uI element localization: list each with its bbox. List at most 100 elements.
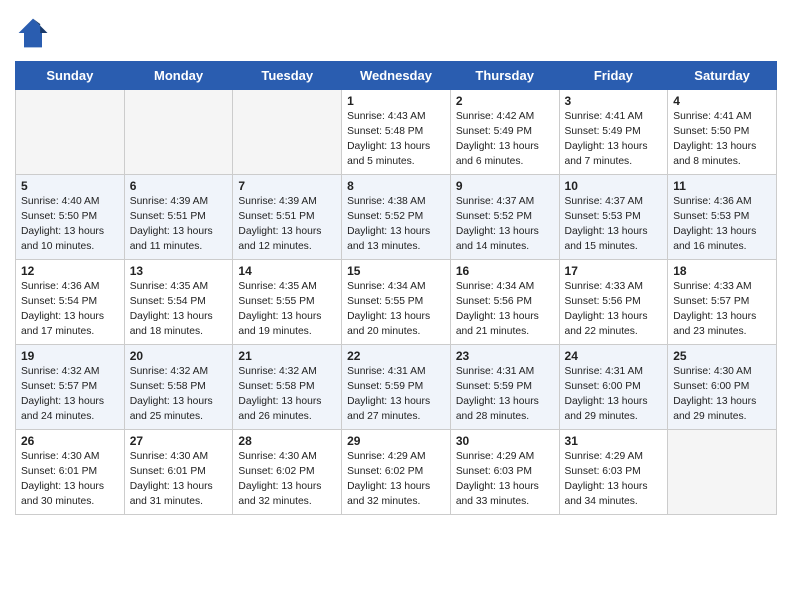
day-info: Sunrise: 4:29 AM Sunset: 6:03 PM Dayligh… (456, 450, 554, 510)
day-info: Sunrise: 4:39 AM Sunset: 5:51 PM Dayligh… (238, 195, 336, 255)
day-number: 27 (130, 434, 228, 448)
calendar-cell: 24 Sunrise: 4:31 AM Sunset: 6:00 PM Dayli… (559, 345, 668, 430)
day-info: Sunrise: 4:37 AM Sunset: 5:53 PM Dayligh… (565, 195, 663, 255)
calendar-cell: 9 Sunrise: 4:37 AM Sunset: 5:52 PM Daylig… (450, 175, 559, 260)
calendar-cell: 20 Sunrise: 4:32 AM Sunset: 5:58 PM Dayli… (124, 345, 233, 430)
calendar-cell: 7Sunrise: 4:39 AM Sunset: 5:51 PM Daylig… (233, 175, 342, 260)
day-info: Sunrise: 4:30 AM Sunset: 6:02 PM Dayligh… (238, 450, 336, 510)
calendar-cell: 29 Sunrise: 4:29 AM Sunset: 6:02 PM Dayli… (342, 430, 451, 515)
weekday-header-tuesday: Tuesday (233, 62, 342, 90)
day-number: 18 (673, 264, 771, 278)
calendar-table: SundayMondayTuesdayWednesdayThursdayFrid… (15, 61, 777, 515)
calendar-cell: 10 Sunrise: 4:37 AM Sunset: 5:53 PM Dayli… (559, 175, 668, 260)
day-number: 28 (238, 434, 336, 448)
day-number: 14 (238, 264, 336, 278)
day-info: Sunrise: 4:43 AM Sunset: 5:48 PM Dayligh… (347, 110, 445, 170)
day-number: 1 (347, 94, 445, 108)
day-number: 20 (130, 349, 228, 363)
day-info: Sunrise: 4:30 AM Sunset: 6:01 PM Dayligh… (130, 450, 228, 510)
day-info: Sunrise: 4:30 AM Sunset: 6:01 PM Dayligh… (21, 450, 119, 510)
calendar-cell (668, 430, 777, 515)
weekday-header-sunday: Sunday (16, 62, 125, 90)
calendar-cell: 15Sunrise: 4:34 AM Sunset: 5:55 PM Dayli… (342, 260, 451, 345)
day-number: 3 (565, 94, 663, 108)
day-number: 10 (565, 179, 663, 193)
day-info: Sunrise: 4:33 AM Sunset: 5:57 PM Dayligh… (673, 280, 771, 340)
day-info: Sunrise: 4:39 AM Sunset: 5:51 PM Dayligh… (130, 195, 228, 255)
day-number: 29 (347, 434, 445, 448)
calendar-cell: 1 Sunrise: 4:43 AM Sunset: 5:48 PM Daylig… (342, 90, 451, 175)
calendar-cell (124, 90, 233, 175)
calendar-week-row: 1 Sunrise: 4:43 AM Sunset: 5:48 PM Daylig… (16, 90, 777, 175)
day-info: Sunrise: 4:41 AM Sunset: 5:50 PM Dayligh… (673, 110, 771, 170)
day-number: 19 (21, 349, 119, 363)
day-number: 9 (456, 179, 554, 193)
day-number: 4 (673, 94, 771, 108)
day-info: Sunrise: 4:29 AM Sunset: 6:02 PM Dayligh… (347, 450, 445, 510)
day-info: Sunrise: 4:31 AM Sunset: 5:59 PM Dayligh… (347, 365, 445, 425)
calendar-cell: 8Sunrise: 4:38 AM Sunset: 5:52 PM Daylig… (342, 175, 451, 260)
day-info: Sunrise: 4:36 AM Sunset: 5:54 PM Dayligh… (21, 280, 119, 340)
day-info: Sunrise: 4:31 AM Sunset: 6:00 PM Dayligh… (565, 365, 663, 425)
calendar-week-row: 5Sunrise: 4:40 AM Sunset: 5:50 PM Daylig… (16, 175, 777, 260)
day-info: Sunrise: 4:37 AM Sunset: 5:52 PM Dayligh… (456, 195, 554, 255)
calendar-cell (16, 90, 125, 175)
page-header (15, 15, 777, 51)
calendar-cell: 5Sunrise: 4:40 AM Sunset: 5:50 PM Daylig… (16, 175, 125, 260)
day-info: Sunrise: 4:33 AM Sunset: 5:56 PM Dayligh… (565, 280, 663, 340)
calendar-cell: 4 Sunrise: 4:41 AM Sunset: 5:50 PM Daylig… (668, 90, 777, 175)
day-number: 13 (130, 264, 228, 278)
calendar-week-row: 26 Sunrise: 4:30 AM Sunset: 6:01 PM Dayli… (16, 430, 777, 515)
weekday-header-friday: Friday (559, 62, 668, 90)
calendar-cell: 19 Sunrise: 4:32 AM Sunset: 5:57 PM Dayli… (16, 345, 125, 430)
day-info: Sunrise: 4:32 AM Sunset: 5:58 PM Dayligh… (238, 365, 336, 425)
day-info: Sunrise: 4:32 AM Sunset: 5:58 PM Dayligh… (130, 365, 228, 425)
weekday-header-monday: Monday (124, 62, 233, 90)
day-number: 21 (238, 349, 336, 363)
calendar-cell: 16 Sunrise: 4:34 AM Sunset: 5:56 PM Dayli… (450, 260, 559, 345)
calendar-cell: 17 Sunrise: 4:33 AM Sunset: 5:56 PM Dayli… (559, 260, 668, 345)
day-number: 17 (565, 264, 663, 278)
calendar-cell: 31 Sunrise: 4:29 AM Sunset: 6:03 PM Dayli… (559, 430, 668, 515)
weekday-header-saturday: Saturday (668, 62, 777, 90)
weekday-header-thursday: Thursday (450, 62, 559, 90)
weekday-header-row: SundayMondayTuesdayWednesdayThursdayFrid… (16, 62, 777, 90)
day-number: 23 (456, 349, 554, 363)
calendar-cell: 30 Sunrise: 4:29 AM Sunset: 6:03 PM Dayli… (450, 430, 559, 515)
day-number: 30 (456, 434, 554, 448)
day-info: Sunrise: 4:36 AM Sunset: 5:53 PM Dayligh… (673, 195, 771, 255)
day-info: Sunrise: 4:35 AM Sunset: 5:54 PM Dayligh… (130, 280, 228, 340)
calendar-cell: 2Sunrise: 4:42 AM Sunset: 5:49 PM Daylig… (450, 90, 559, 175)
day-number: 6 (130, 179, 228, 193)
day-info: Sunrise: 4:34 AM Sunset: 5:56 PM Dayligh… (456, 280, 554, 340)
day-info: Sunrise: 4:30 AM Sunset: 6:00 PM Dayligh… (673, 365, 771, 425)
calendar-cell: 26 Sunrise: 4:30 AM Sunset: 6:01 PM Dayli… (16, 430, 125, 515)
logo-icon (15, 15, 51, 51)
logo (15, 15, 53, 51)
day-info: Sunrise: 4:32 AM Sunset: 5:57 PM Dayligh… (21, 365, 119, 425)
day-number: 31 (565, 434, 663, 448)
calendar-cell: 28 Sunrise: 4:30 AM Sunset: 6:02 PM Dayli… (233, 430, 342, 515)
day-number: 26 (21, 434, 119, 448)
calendar-cell: 3 Sunrise: 4:41 AM Sunset: 5:49 PM Daylig… (559, 90, 668, 175)
day-info: Sunrise: 4:35 AM Sunset: 5:55 PM Dayligh… (238, 280, 336, 340)
day-info: Sunrise: 4:41 AM Sunset: 5:49 PM Dayligh… (565, 110, 663, 170)
calendar-cell: 11 Sunrise: 4:36 AM Sunset: 5:53 PM Dayli… (668, 175, 777, 260)
calendar-cell: 14 Sunrise: 4:35 AM Sunset: 5:55 PM Dayli… (233, 260, 342, 345)
day-info: Sunrise: 4:42 AM Sunset: 5:49 PM Dayligh… (456, 110, 554, 170)
calendar-cell: 23Sunrise: 4:31 AM Sunset: 5:59 PM Dayli… (450, 345, 559, 430)
calendar-cell: 25 Sunrise: 4:30 AM Sunset: 6:00 PM Dayli… (668, 345, 777, 430)
day-number: 24 (565, 349, 663, 363)
day-number: 16 (456, 264, 554, 278)
calendar-week-row: 19 Sunrise: 4:32 AM Sunset: 5:57 PM Dayli… (16, 345, 777, 430)
calendar-cell: 13 Sunrise: 4:35 AM Sunset: 5:54 PM Dayli… (124, 260, 233, 345)
calendar-cell: 6 Sunrise: 4:39 AM Sunset: 5:51 PM Daylig… (124, 175, 233, 260)
day-number: 25 (673, 349, 771, 363)
calendar-cell: 27 Sunrise: 4:30 AM Sunset: 6:01 PM Dayli… (124, 430, 233, 515)
day-info: Sunrise: 4:29 AM Sunset: 6:03 PM Dayligh… (565, 450, 663, 510)
calendar-cell: 18 Sunrise: 4:33 AM Sunset: 5:57 PM Dayli… (668, 260, 777, 345)
weekday-header-wednesday: Wednesday (342, 62, 451, 90)
calendar-cell: 12Sunrise: 4:36 AM Sunset: 5:54 PM Dayli… (16, 260, 125, 345)
day-number: 11 (673, 179, 771, 193)
calendar-cell: 21 Sunrise: 4:32 AM Sunset: 5:58 PM Dayli… (233, 345, 342, 430)
